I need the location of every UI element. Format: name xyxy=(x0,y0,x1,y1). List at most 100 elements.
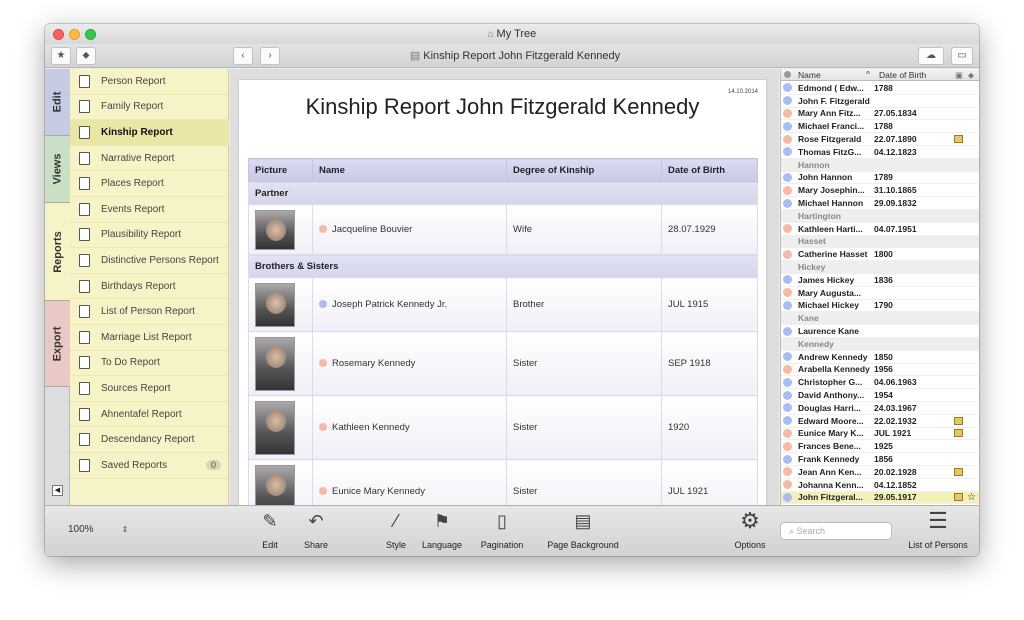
list-item[interactable]: Catherine Hasset 1800 xyxy=(781,248,979,262)
list-item[interactable]: Andrew Kennedy 1850 xyxy=(781,351,979,364)
zoom-window-button[interactable] xyxy=(85,29,96,40)
list-item[interactable]: Edmond ( Edw... 1788 xyxy=(781,82,979,95)
male-dot-icon xyxy=(783,275,792,285)
list-item[interactable]: Laurence Kane xyxy=(781,325,979,338)
sidebar-icon: ▭ xyxy=(957,50,967,61)
list-item[interactable]: Michael Hannon 29.09.1832 xyxy=(781,197,979,210)
rings-icon xyxy=(79,330,90,344)
list-item[interactable]: David Anthony... 1954 xyxy=(781,389,979,402)
list-item[interactable]: Frances Bene... 1925 xyxy=(781,440,979,454)
tab-views[interactable]: Views xyxy=(45,136,70,203)
list-item[interactable]: Frank Kennedy 1856 xyxy=(781,453,979,466)
tab-export[interactable]: Export xyxy=(45,301,70,387)
report-item-ahnentafel-report[interactable]: Ahnentafel Report xyxy=(70,402,229,428)
birth-column-header[interactable]: Date of Birth xyxy=(879,70,926,80)
report-item-person-report[interactable]: Person Report xyxy=(70,69,229,95)
list-item[interactable]: Mary Augusta... xyxy=(781,287,979,300)
list-item[interactable]: Eunice Mary K... JUL 1921 xyxy=(781,428,979,441)
report-item-saved-reports[interactable]: Saved Reports 0 xyxy=(70,453,229,479)
list-item[interactable]: Johanna Kenn... 04.12.1852 xyxy=(781,479,979,492)
list-item[interactable]: John F. Fitzgerald xyxy=(781,95,979,108)
gear-icon: ⚙ xyxy=(740,508,760,533)
page-background-button[interactable]: ▤ Page Background xyxy=(541,510,625,550)
female-dot-icon xyxy=(319,359,327,367)
report-item-plausibility-report[interactable]: Plausibility Report xyxy=(70,223,229,249)
report-item-label: Person Report xyxy=(101,75,166,87)
list-item[interactable]: Jean Ann Ken... 20.02.1928 xyxy=(781,466,979,479)
bottom-toolbar: 100% ⇕ ✎ Edit ↶ Share ⁄ Style ⚑ Language ▯ Paginat… xyxy=(45,505,979,556)
list-item[interactable]: Douglas Harri... 24.03.1967 xyxy=(781,402,979,415)
tab-reports[interactable]: Reports xyxy=(45,203,71,301)
female-dot-icon xyxy=(783,441,792,451)
male-dot-icon xyxy=(783,121,792,131)
person-birth-date: 22.02.1932 xyxy=(874,415,917,426)
tab-edit[interactable]: Edit xyxy=(45,69,70,136)
male-dot-icon xyxy=(783,390,792,400)
picture-cell xyxy=(248,459,313,505)
search-input[interactable]: ⌕ Search xyxy=(780,522,892,540)
list-of-persons-button[interactable]: ☰ List of Persons xyxy=(901,510,975,551)
female-dot-icon xyxy=(783,224,792,234)
list-item[interactable]: Michael Hickey 1790 xyxy=(781,300,979,313)
list-item[interactable]: Arabella Kennedy 1956 xyxy=(781,364,979,377)
report-item-kinship-report[interactable]: Kinship Report xyxy=(70,120,229,146)
list-item[interactable]: Rose Fitzgerald 22.07.1890 xyxy=(781,133,979,146)
pagination-button[interactable]: ▯ Pagination xyxy=(477,510,527,550)
list-item[interactable]: James Hickey 1836 xyxy=(781,274,979,287)
list-item[interactable]: Kathleen Harti... 04.07.1951 xyxy=(781,223,979,236)
table-row[interactable]: Rosemary Kennedy Sister SEP 1918 xyxy=(248,331,758,396)
forward-button[interactable]: › xyxy=(260,47,280,65)
edit-button[interactable]: ✎ Edit xyxy=(245,510,295,550)
report-item-marriage-list-report[interactable]: Marriage List Report xyxy=(70,325,229,351)
list-item[interactable]: John Fitzgeral... 29.05.1917 ☆ xyxy=(781,491,979,505)
back-button[interactable]: ‹ xyxy=(233,47,253,65)
report-item-family-report[interactable]: Family Report xyxy=(70,95,229,121)
star-icon[interactable]: ☆ xyxy=(967,492,976,503)
person-birth-date: 24.03.1967 xyxy=(874,402,917,413)
tags-button[interactable]: ⬥ xyxy=(76,47,96,65)
report-item-birthdays-report[interactable]: Birthdays Report xyxy=(70,274,229,300)
zoom-stepper[interactable]: 100% ⇕ xyxy=(68,524,128,535)
list-item[interactable]: Mary Ann Fitz... 27.05.1834 xyxy=(781,108,979,121)
list-item[interactable]: Edward Moore... 22.02.1932 xyxy=(781,415,979,428)
person-name: Catherine Hasset xyxy=(798,249,868,260)
table-row[interactable]: Joseph Patrick Kennedy Jr. Brother JUL 191… xyxy=(248,277,758,332)
favorites-button[interactable]: ★ xyxy=(51,47,71,65)
list-item[interactable]: John Hannon 1789 xyxy=(781,172,979,185)
language-button[interactable]: ⚑ Language xyxy=(417,510,467,550)
list-item[interactable]: Michael Franci... 1788 xyxy=(781,120,979,134)
person-name: Arabella Kennedy xyxy=(798,364,870,375)
collapse-sidebar-button[interactable]: ◀ xyxy=(52,485,63,496)
style-button[interactable]: ⁄ Style xyxy=(371,510,421,550)
table-row[interactable]: Eunice Mary Kennedy Sister JUL 1921 xyxy=(248,459,758,505)
female-dot-icon xyxy=(783,467,792,477)
person-name: John Hannon xyxy=(798,172,853,183)
report-item-places-report[interactable]: Places Report xyxy=(70,171,229,197)
minimize-window-button[interactable] xyxy=(69,29,80,40)
report-item-to-do-report[interactable]: To Do Report xyxy=(70,351,229,377)
tool-label: Page Background xyxy=(547,540,619,550)
list-item[interactable]: Thomas FitzG... 04.12.1823 xyxy=(781,146,979,159)
list-item[interactable]: Christopher G... 04.06.1963 xyxy=(781,376,979,390)
sidebar-toggle-button[interactable]: ▭ xyxy=(951,47,973,65)
report-item-events-report[interactable]: Events Report xyxy=(70,197,229,223)
table-row[interactable]: Jacqueline Bouvier Wife 28.07.1929 xyxy=(248,204,758,255)
report-item-descendancy-report[interactable]: Descendancy Report xyxy=(70,427,229,453)
close-window-button[interactable] xyxy=(53,29,64,40)
report-item-narrative-report[interactable]: Narrative Report xyxy=(70,146,229,172)
table-row[interactable]: Kathleen Kennedy Sister 1920 xyxy=(248,395,758,460)
surname-section: Hickey xyxy=(781,261,979,274)
options-button[interactable]: ⚙ Options xyxy=(725,508,775,551)
report-item-distinctive-persons-report[interactable]: Distinctive Persons Report xyxy=(70,248,229,274)
person-birth-date: 1790 xyxy=(874,300,893,311)
report-item-label: Birthdays Report xyxy=(101,280,176,292)
cloud-button[interactable]: ☁ xyxy=(918,47,944,65)
persons-list-header: Name ^ Date of Birth ▣ ⬥ xyxy=(781,69,979,81)
list-item[interactable]: Mary Josephin... 31.10.1865 xyxy=(781,184,979,198)
report-item-sources-report[interactable]: Sources Report xyxy=(70,376,229,402)
group-row: Partner xyxy=(248,181,758,205)
name-column-header[interactable]: Name xyxy=(798,70,821,80)
report-item-list-of-person-report[interactable]: List of Person Report xyxy=(70,299,229,325)
person-name: John F. Fitzgerald xyxy=(798,95,870,106)
share-button[interactable]: ↶ Share xyxy=(291,510,341,550)
